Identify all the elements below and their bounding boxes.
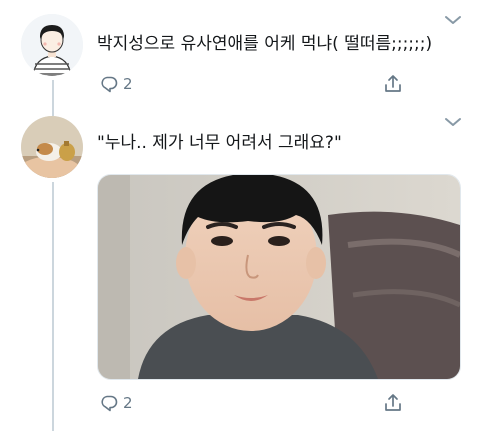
chevron-down-icon[interactable] (444, 14, 462, 26)
chevron-down-icon[interactable] (444, 116, 462, 128)
share-icon[interactable] (383, 393, 403, 413)
avatar[interactable] (21, 116, 83, 178)
share-icon[interactable] (383, 74, 403, 94)
reply-button[interactable]: 2 (99, 74, 133, 94)
reply-icon (101, 76, 118, 93)
tweet-text: 박지성으로 유사연애를 어케 먹냐( 떨떠름;;;;;;) (97, 34, 433, 54)
avatar[interactable] (21, 14, 83, 76)
thread-line (52, 182, 54, 431)
thread-line (52, 80, 54, 116)
tweet-photo[interactable] (97, 174, 461, 380)
reply-count: 2 (123, 75, 133, 93)
reply-icon (101, 395, 118, 412)
reply-button[interactable]: 2 (99, 393, 133, 413)
reply-count: 2 (123, 394, 133, 412)
tweet-text: "누나.. 제가 너무 어려서 그래요?" (97, 133, 342, 153)
